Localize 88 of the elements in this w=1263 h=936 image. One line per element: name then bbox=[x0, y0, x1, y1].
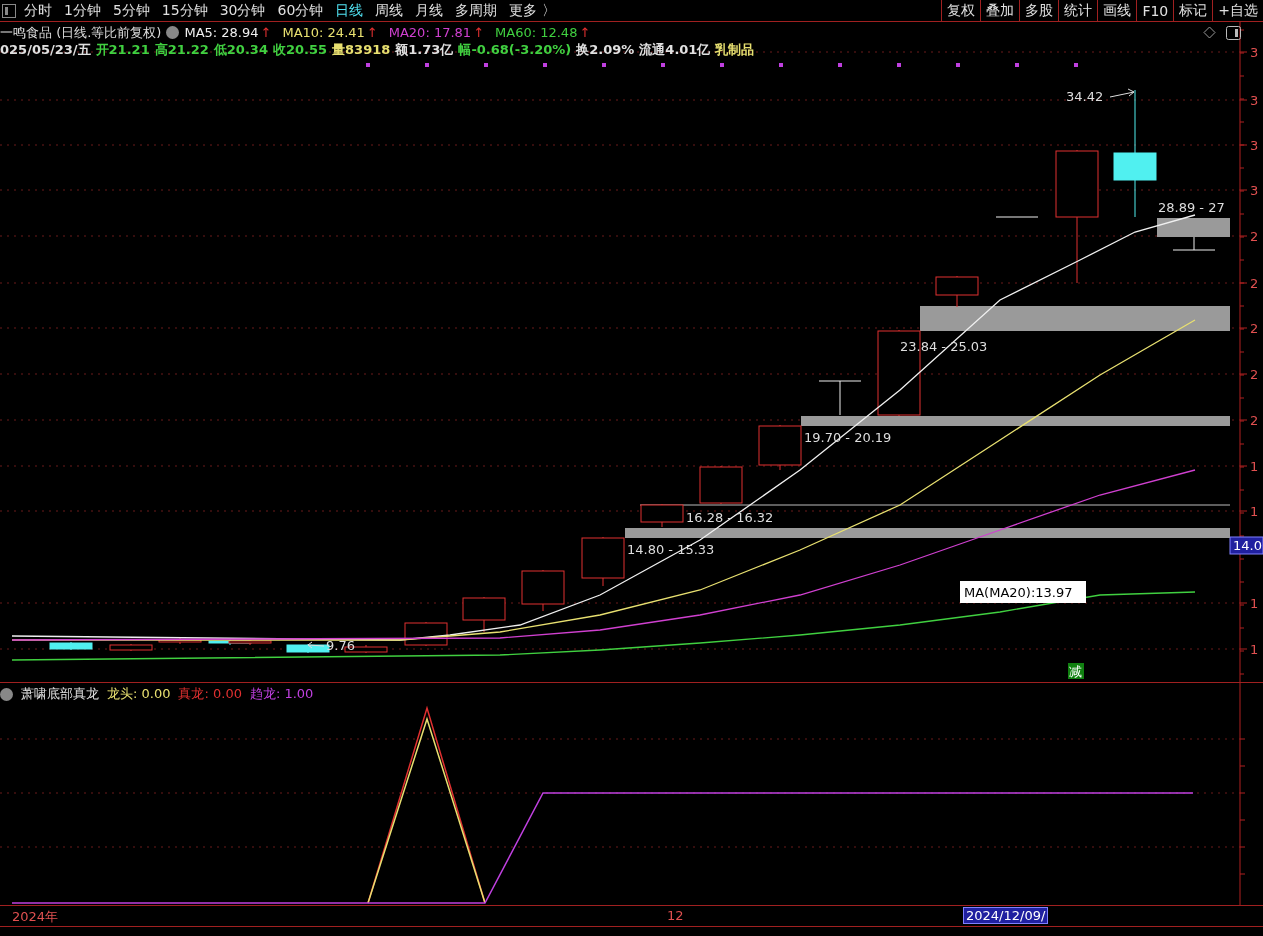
signal-marker: 减 bbox=[1068, 663, 1084, 679]
quote-field: 流通4.01亿 bbox=[639, 41, 711, 58]
price-annotation: 28.89 - 27 bbox=[1158, 200, 1225, 215]
axis-label: 3 bbox=[1250, 138, 1259, 153]
quote-field: 幅-0.68(-3.20%) bbox=[458, 41, 572, 58]
axis-label: 1 bbox=[1250, 596, 1259, 611]
dropdown-icon[interactable] bbox=[0, 687, 13, 701]
time-label: 2024年 bbox=[12, 908, 59, 926]
axis-label: 2 bbox=[1250, 367, 1259, 382]
quote-field: 025/05/23/五 bbox=[0, 41, 91, 58]
period-tab[interactable]: 多周期 bbox=[453, 1, 500, 20]
period-tab[interactable]: 5分钟 bbox=[110, 1, 152, 20]
axis-label: 1 bbox=[1250, 642, 1259, 657]
axis-label: 2 bbox=[1250, 321, 1259, 336]
quote-field: 收20.55 bbox=[272, 41, 328, 58]
period-tab[interactable]: 30分钟 bbox=[217, 1, 268, 20]
axis-label: 1 bbox=[1250, 459, 1259, 474]
candlestick bbox=[995, 216, 1039, 218]
dropdown-icon[interactable] bbox=[166, 26, 180, 39]
quote-field: 换2.09% bbox=[576, 41, 635, 58]
up-arrow: ↑ bbox=[473, 24, 485, 41]
period-tab[interactable]: 1分钟 bbox=[62, 1, 103, 20]
candlestick bbox=[1172, 236, 1216, 251]
candlestick bbox=[404, 621, 448, 647]
price-annotation: 16.28 - 16.32 bbox=[686, 510, 774, 525]
quote-field: 高21.22 bbox=[154, 41, 209, 58]
candlestick bbox=[49, 641, 93, 651]
quote-field: 开21.21 bbox=[95, 41, 150, 58]
axis-label: 2 bbox=[1250, 413, 1259, 428]
up-arrow: ↑ bbox=[579, 24, 591, 41]
period-tab[interactable]: 日线 bbox=[333, 1, 366, 20]
panel-toggle-icon[interactable] bbox=[2, 3, 16, 18]
price-annotation: 34.42 bbox=[1066, 89, 1104, 104]
quote-field: 低20.34 bbox=[213, 41, 268, 58]
axis-label: 2 bbox=[1250, 276, 1259, 291]
indicator-value: 真龙: 0.00 bbox=[178, 685, 242, 703]
leader-arrow bbox=[1109, 88, 1135, 98]
toolbar-button[interactable]: 标记 bbox=[1173, 0, 1213, 21]
price-annotation: 14.80 - 15.33 bbox=[627, 542, 715, 557]
indicator-name: 萧啸底部真龙 bbox=[21, 685, 99, 703]
ma-value: MA5: 28.94 bbox=[184, 24, 259, 41]
axis-label: 3 bbox=[1250, 183, 1259, 198]
candlestick bbox=[581, 536, 625, 587]
quote-field: 乳制品 bbox=[715, 41, 755, 58]
candlestick bbox=[462, 596, 506, 633]
axis-label: 3 bbox=[1250, 93, 1259, 108]
quote-field: 额1.73亿 bbox=[395, 41, 454, 58]
candlestick bbox=[758, 424, 802, 471]
stock-title: 一鸣食品 (日线.等比前复权) bbox=[0, 24, 162, 41]
period-tab[interactable]: 周线 bbox=[373, 1, 406, 20]
toolbar-button[interactable]: 统计 bbox=[1058, 0, 1098, 21]
period-tab[interactable]: 更多 〉 bbox=[507, 1, 558, 20]
price-annotation: 23.84 - 25.03 bbox=[900, 339, 988, 354]
candlestick bbox=[158, 637, 202, 645]
indicator-value: 趋龙: 1.00 bbox=[249, 685, 314, 703]
candlestick bbox=[935, 275, 979, 308]
period-tab[interactable]: 月线 bbox=[413, 1, 446, 20]
low-price-label: 9.76 bbox=[307, 638, 355, 653]
ma-value-label: MA(MA20):13.97 bbox=[960, 581, 1086, 603]
cursor-date-label: 2024/12/09/ bbox=[963, 907, 1049, 924]
toolbar-button[interactable]: 叠加 bbox=[980, 0, 1020, 21]
axis-label: 3 bbox=[1250, 45, 1259, 60]
candlestick bbox=[699, 465, 743, 505]
candlestick bbox=[640, 503, 684, 528]
toolbar-button[interactable]: +自选 bbox=[1212, 0, 1263, 21]
period-tab[interactable]: 分时 bbox=[22, 1, 54, 20]
toolbar-button[interactable]: 画线 bbox=[1097, 0, 1137, 21]
candlestick bbox=[109, 643, 153, 652]
quote-field: 量83918 bbox=[332, 41, 391, 58]
toolbar-button[interactable]: 复权 bbox=[941, 0, 981, 21]
ma-value: MA20: 17.81 bbox=[388, 24, 472, 41]
price-tag: 14.0 bbox=[1229, 536, 1263, 555]
price-annotation: 19.70 - 20.19 bbox=[804, 430, 892, 445]
ma-value: MA60: 12.48 bbox=[495, 24, 578, 41]
period-tab[interactable]: 60分钟 bbox=[275, 1, 326, 20]
indicator-value: 龙头: 0.00 bbox=[107, 685, 171, 703]
time-label: 12 bbox=[667, 908, 684, 923]
axis-label: 1 bbox=[1250, 504, 1259, 519]
up-arrow: ↑ bbox=[366, 24, 378, 41]
up-arrow: ↑ bbox=[260, 24, 272, 41]
ma-value: MA10: 24.41 bbox=[282, 24, 365, 41]
toolbar-button[interactable]: F10 bbox=[1136, 0, 1174, 21]
candlestick bbox=[521, 569, 565, 612]
panel-icon[interactable] bbox=[1226, 26, 1241, 40]
toolbar-button[interactable]: 多股 bbox=[1019, 0, 1059, 21]
axis-label: 2 bbox=[1250, 229, 1259, 244]
period-tab[interactable]: 15分钟 bbox=[159, 1, 210, 20]
candlestick bbox=[818, 380, 862, 416]
